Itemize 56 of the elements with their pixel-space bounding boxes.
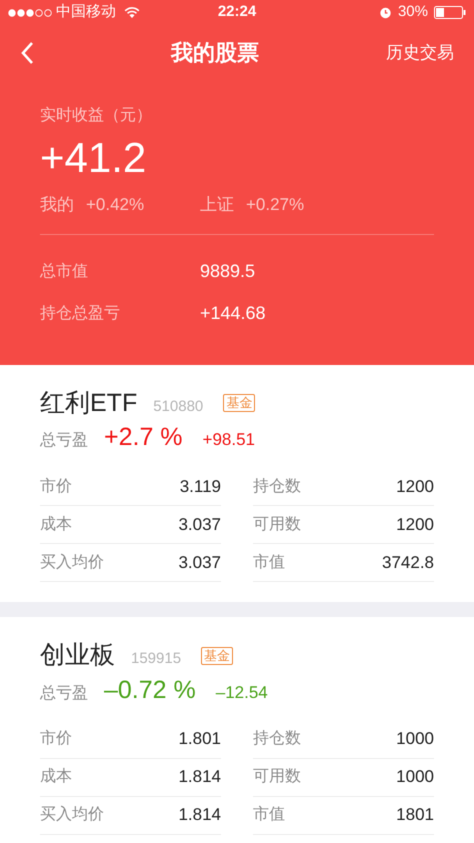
stock-code: 510880 xyxy=(153,396,204,416)
stat-label: 市值 xyxy=(253,552,285,572)
fund-tag: 基金 xyxy=(201,646,234,665)
stat-label: 市价 xyxy=(40,728,72,749)
stat-label: 市值 xyxy=(253,804,285,825)
stat-label: 成本 xyxy=(40,514,72,534)
signal-icon xyxy=(8,8,52,16)
stat-label: 市价 xyxy=(40,476,72,496)
stat-value: 1801 xyxy=(396,804,434,826)
stat-label: 可用数 xyxy=(253,514,301,534)
stat-label: 可用数 xyxy=(253,767,301,787)
profit-percent: +2.7 % xyxy=(104,422,183,452)
wifi-icon xyxy=(124,6,140,18)
battery-icon xyxy=(434,6,466,19)
summary-value: 9889.5 xyxy=(200,260,256,283)
stock-name: 创业板 xyxy=(40,640,115,671)
back-icon xyxy=(20,40,34,64)
profit-amount: –12.54 xyxy=(216,682,268,704)
history-link[interactable]: 历史交易 xyxy=(386,40,454,66)
profit-label: 总亏盈 xyxy=(40,431,88,451)
summary-value: +144.68 xyxy=(200,302,266,325)
stat-label: 持仓数 xyxy=(253,729,301,749)
carrier-name: 中国移动 xyxy=(56,2,116,22)
stat-value: 1000 xyxy=(396,728,434,750)
clock-time: 22:24 xyxy=(218,2,256,22)
stat-value: 3.119 xyxy=(180,476,221,498)
stat-value: 3.037 xyxy=(178,514,221,536)
compare-value: +0.27% xyxy=(246,194,304,216)
stat-label: 买入均价 xyxy=(40,804,104,825)
stat-label: 买入均价 xyxy=(40,552,104,572)
profit-amount: +98.51 xyxy=(202,429,256,451)
compare-label: 上证 xyxy=(200,194,234,216)
stat-value: 1.801 xyxy=(178,728,221,750)
battery-percent: 30% xyxy=(398,2,428,22)
summary-label: 总市值 xyxy=(40,262,89,282)
income-label: 实时收益（元） xyxy=(40,106,153,126)
stat-value: 1.814 xyxy=(178,766,221,788)
compare-label: 我的 xyxy=(40,194,74,216)
stat-value: 1200 xyxy=(396,476,434,498)
stat-label: 持仓数 xyxy=(253,476,301,496)
summary-label: 持仓总盈亏 xyxy=(40,304,121,324)
stat-value: 1200 xyxy=(396,514,434,536)
fund-tag: 基金 xyxy=(223,394,256,412)
stat-label: 成本 xyxy=(40,766,72,787)
compare-value: +0.42% xyxy=(86,194,144,216)
stat-value: 1.814 xyxy=(178,804,221,826)
profit-percent: –0.72 % xyxy=(104,674,196,704)
income-value: +41.2 xyxy=(40,133,148,183)
page-title: 我的股票 xyxy=(170,39,260,67)
stat-value: 3742.8 xyxy=(382,552,434,574)
alarm-icon xyxy=(378,6,392,19)
stock-code: 159915 xyxy=(131,649,182,669)
profit-label: 总亏盈 xyxy=(40,684,88,704)
stat-value: 3.037 xyxy=(178,552,221,574)
stock-name: 红利ETF xyxy=(40,388,138,418)
stat-value: 1000 xyxy=(396,766,434,788)
